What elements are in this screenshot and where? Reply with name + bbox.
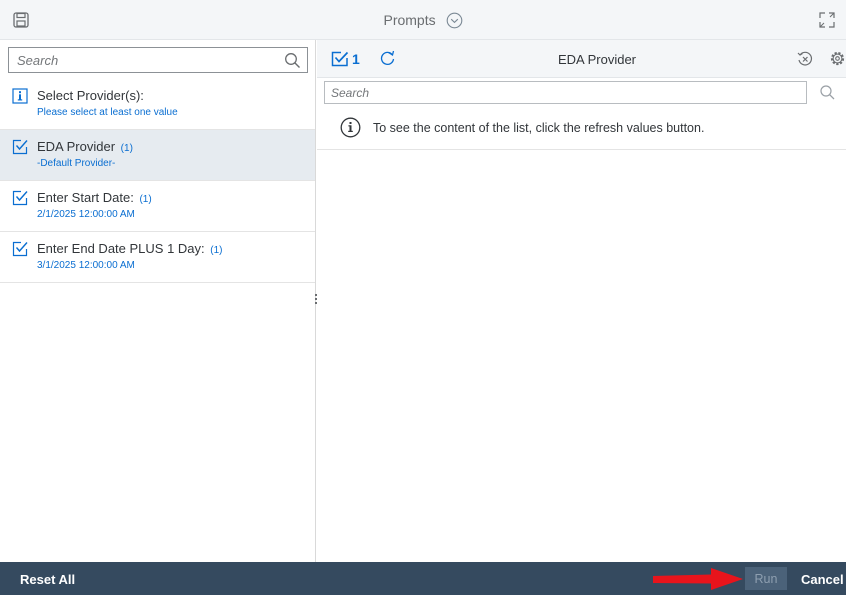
prompt-item-start-date[interactable]: Enter Start Date: (1) 2/1/2025 12:00:00 …	[0, 181, 315, 232]
dialog-header: Prompts	[0, 0, 846, 40]
checkbox-icon	[12, 190, 28, 206]
info-icon	[12, 88, 28, 104]
prompt-item-select-provider[interactable]: Select Provider(s): Please select at lea…	[0, 79, 315, 130]
expand-icon[interactable]	[818, 11, 836, 29]
gear-icon[interactable]	[829, 50, 846, 67]
red-arrow-annotation	[653, 568, 743, 590]
checkbox-icon	[12, 139, 28, 155]
prompt-name-text: EDA Provider	[37, 139, 116, 154]
prompt-value: 3/1/2025 12:00:00 AM	[37, 260, 135, 271]
info-circle-icon	[340, 117, 361, 138]
prompt-value: Please select at least one value	[37, 107, 178, 118]
prompt-name: Enter End Date PLUS 1 Day: (1)	[37, 241, 223, 256]
prompt-count: (1)	[210, 245, 223, 256]
prompt-item-end-date[interactable]: Enter End Date PLUS 1 Day: (1) 3/1/2025 …	[0, 232, 315, 283]
prompt-value: 2/1/2025 12:00:00 AM	[37, 209, 135, 220]
dialog-title-label: Prompts	[383, 12, 436, 29]
prompt-name: Enter Start Date: (1)	[37, 190, 152, 205]
dialog-title: Prompts	[0, 11, 846, 29]
values-panel-title: EDA Provider	[557, 52, 637, 67]
checkbox-icon	[12, 241, 28, 257]
prompt-values-panel: 1 EDA Provider To s	[317, 40, 846, 562]
selected-values-icon[interactable]	[331, 51, 349, 67]
prompt-name: EDA Provider (1)	[37, 139, 133, 154]
refresh-icon[interactable]	[379, 50, 396, 67]
info-message-text: To see the content of the list, click th…	[373, 121, 705, 135]
prompt-name-text: Select Provider(s):	[37, 88, 144, 103]
values-search-field	[324, 81, 807, 104]
prompt-search-input[interactable]	[9, 48, 269, 72]
search-icon[interactable]	[284, 52, 301, 69]
prompt-name: Select Provider(s):	[37, 88, 146, 103]
dialog-footer: Reset All Run Cancel	[0, 562, 846, 595]
search-icon[interactable]	[819, 84, 836, 101]
prompt-list: Select Provider(s): Please select at lea…	[0, 79, 315, 283]
chevron-down-circle-icon[interactable]	[446, 12, 463, 29]
reset-all-button[interactable]: Reset All	[20, 572, 75, 587]
cancel-button[interactable]: Cancel	[801, 572, 844, 587]
info-message-row: To see the content of the list, click th…	[317, 112, 846, 150]
prompt-count: (1)	[120, 143, 133, 154]
prompt-name-text: Enter Start Date:	[37, 190, 134, 205]
values-search-input[interactable]	[325, 82, 795, 103]
prompt-name-text: Enter End Date PLUS 1 Day:	[37, 241, 205, 256]
prompt-value: -Default Provider-	[37, 158, 116, 169]
selected-values-count[interactable]: 1	[352, 51, 360, 67]
run-button[interactable]: Run	[745, 567, 787, 590]
prompt-item-eda-provider[interactable]: EDA Provider (1) -Default Provider-	[0, 130, 315, 181]
prompt-search-field	[8, 47, 308, 73]
prompt-count: (1)	[139, 194, 152, 205]
prompts-list-panel: Select Provider(s): Please select at lea…	[0, 40, 316, 562]
clear-selection-icon[interactable]	[797, 51, 813, 67]
values-toolbar: 1 EDA Provider	[317, 40, 846, 78]
